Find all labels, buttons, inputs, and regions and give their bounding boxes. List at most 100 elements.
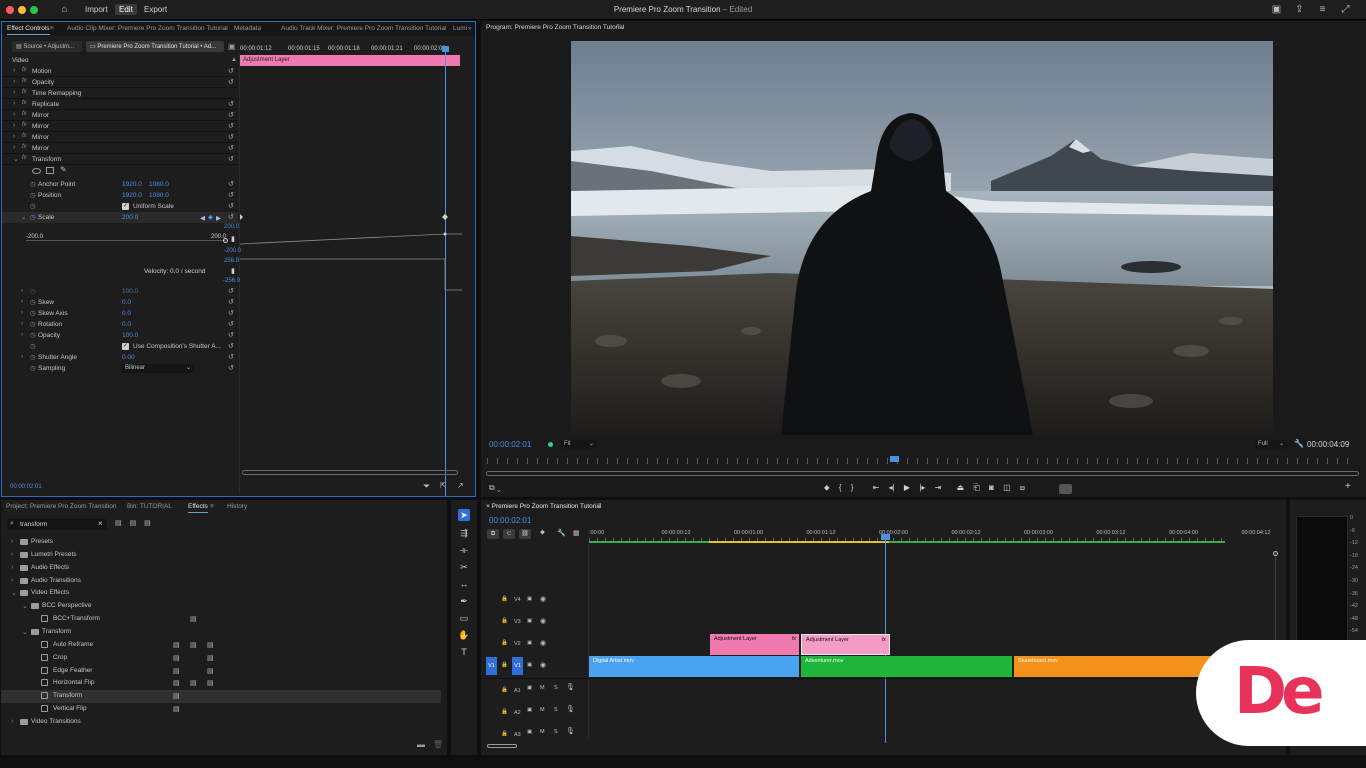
panel-menu-icon[interactable]: ≡ (597, 502, 601, 509)
ellipse-mask-icon[interactable] (32, 168, 41, 174)
disclosure-open-icon[interactable]: ⌄ (13, 155, 19, 163)
mute-button[interactable]: M (540, 729, 545, 735)
reset-icon[interactable]: ↺ (228, 309, 234, 317)
effects-folder-row[interactable]: › Presets (1, 536, 441, 549)
effects-folder-row[interactable]: ⌄ BCC Perspective (1, 600, 441, 613)
scale-graph[interactable] (240, 210, 462, 300)
lift-icon[interactable]: ⏏ (957, 483, 965, 492)
vertical-scroll-handle[interactable] (1273, 551, 1278, 556)
stopwatch-icon[interactable]: ◷ (30, 320, 36, 328)
opacity-value[interactable]: 100.0 (122, 332, 138, 339)
panel-menu-icon[interactable]: ≡ (50, 25, 54, 32)
reset-icon[interactable]: ↺ (228, 287, 234, 295)
reset-icon[interactable]: ↺ (228, 144, 234, 152)
effect-item-row[interactable]: Horizontal Flip ▤ ▤ ▤ (1, 677, 441, 690)
anchor-x-value[interactable]: 1920.0 (122, 181, 142, 188)
eye-icon[interactable]: ◉ (540, 617, 546, 625)
position-y-value[interactable]: 1080.0 (149, 192, 169, 199)
rectangle-mask-icon[interactable] (46, 167, 54, 174)
export-icon[interactable]: ⇱ (440, 481, 447, 490)
tab-effect-controls[interactable]: Effect Controls (7, 25, 50, 35)
effect-item-row[interactable]: BCC+Transform ▤ (1, 613, 441, 626)
reset-icon[interactable]: ↺ (228, 78, 234, 86)
tab-sequence[interactable]: × Premiere Pro Zoom Transition Tutorial (486, 503, 601, 510)
effect-row-transform[interactable]: ⌄ fx Transform ↺ (2, 154, 238, 166)
eye-icon[interactable]: ◉ (540, 595, 546, 603)
program-video-frame[interactable] (571, 41, 1273, 435)
effect-row-time-remapping[interactable]: › fx Time Remapping (2, 88, 238, 100)
32bit-effects-icon[interactable]: ▤ (130, 520, 137, 527)
reset-icon[interactable]: ↺ (228, 320, 234, 328)
quality-dropdown[interactable]: Full ⌄ (1255, 440, 1287, 449)
panel-menu-icon[interactable]: ≡ (616, 23, 620, 30)
search-input[interactable] (20, 520, 90, 529)
step-back-icon[interactable]: ◂| (889, 483, 895, 492)
disclosure-icon[interactable]: › (11, 538, 13, 545)
mic-icon[interactable]: 🎙 (566, 705, 575, 713)
tab-metadata[interactable]: Metadata (234, 25, 261, 32)
reset-icon[interactable]: ↺ (228, 342, 234, 350)
hand-tool-icon[interactable]: ✋ (458, 629, 470, 641)
effect-item-row[interactable]: Crop ▤ ▤ (1, 652, 441, 665)
ec-timecode[interactable]: 00:00:02:01 (10, 484, 42, 490)
reset-icon[interactable]: ↺ (228, 298, 234, 306)
disclosure-open-icon[interactable]: ⌄ (22, 602, 28, 610)
stopwatch-active-icon[interactable]: ◷ (30, 213, 36, 221)
toggle-timeline-icon[interactable]: ▣ (228, 42, 236, 51)
fit-dropdown[interactable]: Fit ⌄ (561, 440, 597, 449)
prev-keyframe-icon[interactable]: ◀ (200, 214, 205, 222)
stopwatch-icon[interactable]: ◷ (30, 364, 36, 372)
fx-icon[interactable]: fx (22, 111, 27, 117)
pen-mask-icon[interactable]: ✎ (60, 165, 67, 174)
lock-icon[interactable]: 🔒 (501, 640, 508, 646)
effect-row-mirror[interactable]: › fx Mirror ↺ (2, 132, 238, 144)
export-clip-icon[interactable]: ↗ (457, 481, 464, 490)
disclosure-open-icon[interactable]: ⌄ (22, 628, 28, 636)
tab-bin[interactable]: Bin: TUTORIAL (127, 503, 172, 510)
mic-icon[interactable]: 🎙 (566, 683, 575, 691)
effect-row-mirror[interactable]: › fx Mirror ↺ (2, 121, 238, 133)
fx-icon[interactable]: fx (22, 133, 27, 139)
shutter-angle-value[interactable]: 0.00 (122, 354, 135, 361)
disclosure-open-icon[interactable]: ⌄ (21, 213, 26, 221)
mute-button[interactable]: M (540, 707, 545, 713)
scale-value[interactable]: 200.0 (122, 214, 138, 221)
reset-icon[interactable]: ↺ (228, 364, 234, 372)
disclosure-icon[interactable]: › (13, 89, 15, 96)
disclosure-icon[interactable]: › (13, 111, 15, 118)
tab-audio-clip-mixer[interactable]: Audio Clip Mixer: Premiere Pro Zoom Tran… (67, 25, 228, 32)
mic-icon[interactable]: 🎙 (566, 727, 575, 735)
clear-search-icon[interactable]: × (98, 519, 103, 528)
reset-icon[interactable]: ↺ (228, 155, 234, 163)
lock-icon[interactable]: 🔒 (501, 596, 508, 602)
tab-project[interactable]: Project: Premiere Pro Zoom Transition (6, 503, 117, 510)
disclosure-icon[interactable]: › (21, 309, 23, 316)
reset-icon[interactable]: ↺ (228, 353, 234, 361)
multi-icon[interactable]: ⧈ (1020, 483, 1025, 492)
track-label-v2[interactable]: V2 (514, 641, 521, 647)
graph-toggle-icon[interactable]: ▮ (231, 235, 235, 243)
comp-shutter-checkbox[interactable]: ✓ (122, 343, 129, 350)
disclosure-icon[interactable]: › (13, 133, 15, 140)
eye-icon[interactable]: ◉ (540, 639, 546, 647)
reset-icon[interactable]: ↺ (228, 202, 234, 210)
lock-icon[interactable]: 🔒 (501, 687, 508, 693)
more-tabs-icon[interactable]: » (468, 25, 472, 32)
effect-item-row[interactable]: Vertical Flip ▤ (1, 703, 441, 716)
clip-skateboard[interactable]: Skateboard.mov (1014, 656, 1224, 677)
go-to-out-icon[interactable]: ⇥ (935, 483, 942, 492)
fx-icon[interactable]: fx (22, 67, 27, 73)
nest-toggle-icon[interactable]: ⧉ (487, 529, 499, 539)
accelerated-effects-icon[interactable]: ▤ (115, 520, 122, 527)
collapse-icon[interactable]: ▲ (231, 57, 237, 63)
effects-folder-row[interactable]: › Audio Transitions (1, 575, 441, 588)
fx-icon[interactable]: fx (22, 89, 27, 95)
timeline-timecode[interactable]: 00:00:02:01 (489, 516, 531, 525)
ripple-edit-tool-icon[interactable]: ⟛ (458, 544, 470, 556)
sync-lock-icon[interactable]: ▣ (527, 707, 532, 713)
reset-icon[interactable]: ↺ (228, 100, 234, 108)
ec-playhead-handle[interactable] (442, 46, 449, 52)
stopwatch-icon[interactable]: ◷ (30, 180, 36, 188)
program-title[interactable]: Program: Premiere Pro Zoom Transition Tu… (486, 24, 624, 31)
captions-icon[interactable]: ▦ (573, 529, 580, 537)
